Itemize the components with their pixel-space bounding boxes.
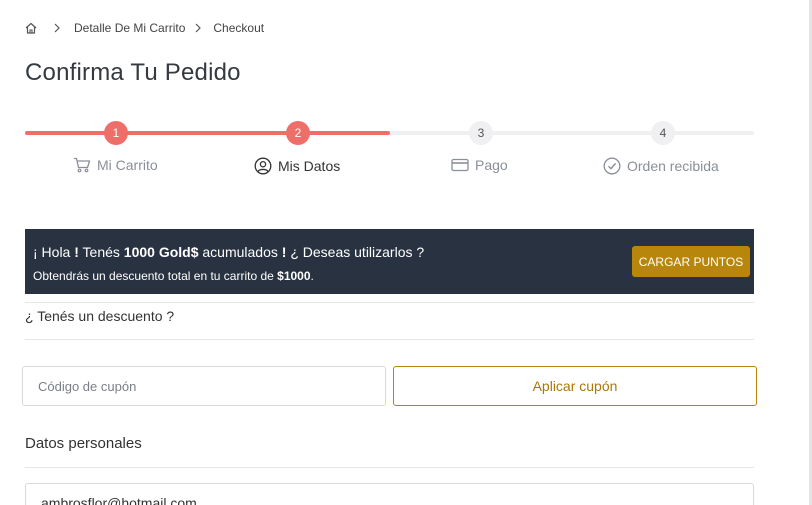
step-label-text: Mis Datos [278, 158, 341, 174]
breadcrumb-item-checkout: Checkout [213, 21, 265, 35]
discount-question[interactable]: ¿ Tenés un descuento ? [25, 308, 174, 324]
coupon-code-input[interactable] [22, 366, 386, 406]
email-field[interactable] [25, 483, 754, 505]
step-1-badge: 1 [104, 121, 128, 145]
chevron-right-icon [193, 22, 203, 34]
divider [25, 339, 754, 340]
divider [25, 467, 754, 468]
credit-card-icon [451, 158, 469, 172]
text: ¡ Hola [33, 244, 75, 260]
breadcrumb: Detalle De Mi Carrito Checkout [24, 19, 264, 37]
apply-coupon-button[interactable]: Aplicar cupón [393, 366, 757, 406]
step-pago[interactable]: Pago [451, 157, 508, 173]
step-label-text: Orden recibida [627, 158, 719, 174]
text: Obtendrás un descuento total en tu carri… [33, 269, 278, 283]
personal-data-title: Datos personales [25, 435, 142, 452]
load-points-button[interactable]: CARGAR PUNTOS [632, 246, 750, 277]
gold-banner-headline: ¡ Hola ! Tenés 1000 Gold$ acumulados ! ¿… [33, 244, 424, 260]
step-4-badge: 4 [651, 121, 675, 145]
checkout-stepper: 1 2 3 4 Mi Carrito Mis Datos Pago Orden … [25, 118, 754, 178]
gold-points-banner: ¡ Hola ! Tenés 1000 Gold$ acumulados ! ¿… [25, 229, 754, 294]
text: ¿ Deseas utilizarlos ? [286, 244, 425, 260]
chevron-right-icon [52, 22, 62, 34]
check-circle-icon [603, 157, 621, 175]
gold-banner-subtext: Obtendrás un descuento total en tu carri… [33, 269, 314, 283]
home-icon[interactable] [24, 21, 38, 35]
text: Tenés [78, 244, 124, 260]
text: acumulados [198, 244, 282, 260]
text: . [310, 269, 314, 283]
stepper-progress [25, 131, 390, 135]
page-title: Confirma Tu Pedido [25, 59, 241, 86]
gold-amount: 1000 Gold$ [123, 244, 199, 260]
discount-amount: $1000 [277, 269, 311, 283]
user-circle-icon [254, 157, 272, 175]
step-3-badge: 3 [469, 121, 493, 145]
step-label-text: Mi Carrito [97, 157, 158, 173]
divider [25, 302, 754, 303]
cart-icon [73, 157, 91, 173]
step-mis-datos[interactable]: Mis Datos [254, 157, 340, 175]
step-2-badge: 2 [286, 121, 310, 145]
step-mi-carrito[interactable]: Mi Carrito [73, 157, 158, 173]
breadcrumb-item-cart-detail[interactable]: Detalle De Mi Carrito [74, 21, 185, 35]
step-label-text: Pago [475, 157, 508, 173]
step-orden-recibida[interactable]: Orden recibida [603, 157, 719, 175]
